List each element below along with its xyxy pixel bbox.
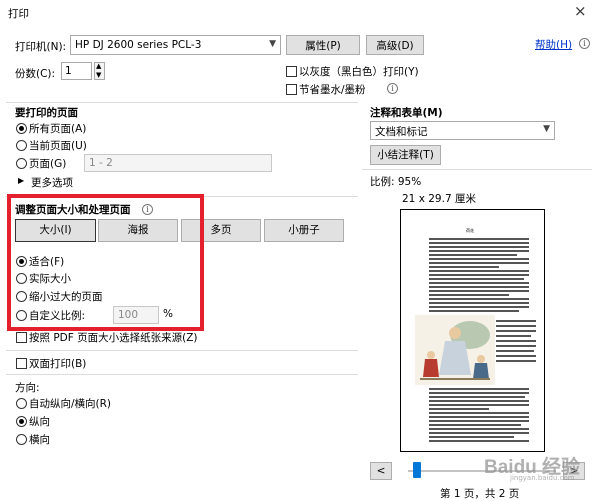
divider [6,374,358,375]
save-ink-label: 节省墨水/墨粉 [299,84,366,96]
stepper-up-icon[interactable]: ▲ [96,62,101,70]
printer-label: 打印机(N): [15,41,67,53]
duplex-checkbox[interactable] [16,358,27,369]
preview-side-text [496,320,536,380]
save-ink-checkbox[interactable] [286,84,297,95]
preview-text-block-bottom [429,388,529,448]
highlight-box [7,194,204,331]
comments-select[interactable]: 文档和标记 ▼ [370,121,555,140]
stepper-down-icon[interactable]: ▼ [96,71,101,79]
all-pages-label: 所有页面(A) [29,123,87,135]
pages-range-input[interactable]: 1 - 2 [84,154,272,172]
save-ink-info-icon[interactable]: i [387,83,398,94]
page-status: 第 1 页，共 2 页 [440,488,520,500]
comments-select-value: 文档和标记 [375,126,428,138]
page-slider-thumb[interactable] [413,462,421,478]
pages-range-placeholder: 1 - 2 [89,157,113,169]
help-info-icon[interactable]: i [579,38,590,49]
duplex-label: 双面打印(B) [29,358,87,370]
window-title: 打印 [8,8,29,20]
pages-section-title: 要打印的页面 [15,107,78,119]
auto-orientation-label: 自动纵向/横向(R) [29,398,112,410]
preview-illustration [415,315,495,385]
expand-triangle-icon[interactable]: ▶ [18,176,24,185]
grayscale-label: 以灰度（黑白色）打印(Y) [299,66,419,78]
divider [362,169,592,170]
scale-label: 比例: 95% [370,176,422,188]
properties-button[interactable]: 属性(P) [286,35,360,55]
tab-booklet[interactable]: 小册子 [264,219,344,242]
watermark-url: jingyan.baidu.com [510,474,575,482]
divider [6,102,358,103]
prev-page-button[interactable]: < [370,462,392,480]
summarize-comments-button[interactable]: 小结注释(T) [370,145,441,165]
pages-range-label: 页面(G) [29,158,67,170]
preview-text-block [429,238,529,312]
pages-range-radio[interactable] [16,158,27,169]
grayscale-checkbox[interactable] [286,66,297,77]
copies-stepper[interactable]: ▲ ▼ [94,62,105,80]
current-page-label: 当前页面(U) [29,140,87,152]
current-page-radio[interactable] [16,140,27,151]
orientation-title: 方向: [15,382,40,394]
pdf-source-checkbox[interactable] [16,332,27,343]
page-preview: 荷花 [400,209,545,452]
pdf-source-label: 按照 PDF 页面大小选择纸张来源(Z) [29,332,198,344]
chevron-down-icon: ▼ [543,124,550,134]
all-pages-radio[interactable] [16,123,27,134]
landscape-radio[interactable] [16,434,27,445]
copies-value: 1 [65,65,72,77]
chevron-down-icon: ▼ [269,39,276,49]
portrait-label: 纵向 [29,416,50,428]
landscape-label: 横向 [29,434,50,446]
preview-doc-title: 荷花 [466,228,474,233]
printer-select[interactable]: HP DJ 2600 series PCL-3 ▼ [70,35,281,55]
paper-size-label: 21 x 29.7 厘米 [402,193,476,205]
close-icon[interactable]: × [574,2,587,20]
copies-label: 份数(C): [15,68,56,80]
divider [6,350,358,351]
help-link[interactable]: 帮助(H) [535,37,572,52]
copies-input[interactable]: 1 [61,62,92,80]
portrait-radio[interactable] [16,416,27,427]
more-options-link[interactable]: 更多选项 [31,175,73,190]
advanced-button[interactable]: 高级(D) [366,35,424,55]
auto-orientation-radio[interactable] [16,398,27,409]
printer-select-value: HP DJ 2600 series PCL-3 [75,39,202,51]
comments-title: 注释和表单(M) [370,107,443,119]
